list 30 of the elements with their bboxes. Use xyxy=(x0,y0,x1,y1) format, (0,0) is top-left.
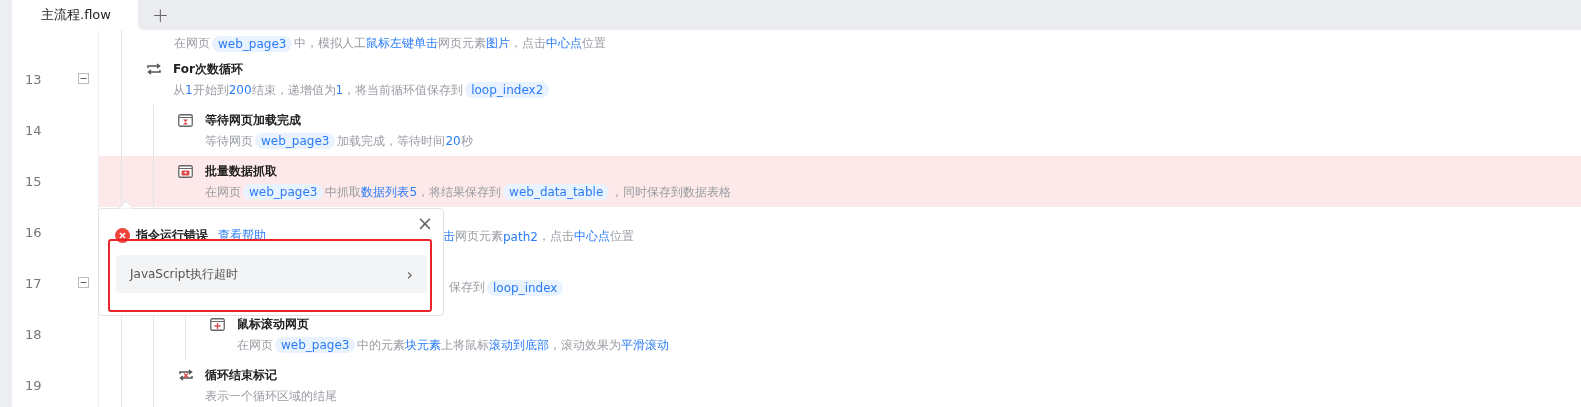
step-title: 批量数据抓取 xyxy=(205,162,277,180)
step-description: 从1开始到200结束，递增值为1，将当前循环值保存到 loop_index2 xyxy=(173,81,552,99)
step-description: 等待网页 web_page3 加载完成，等待时间20秒 xyxy=(205,132,473,150)
step-title: 鼠标滚动网页 xyxy=(237,315,309,333)
line-number: 13 xyxy=(25,72,43,87)
browser-upload-icon xyxy=(178,164,193,178)
loop-icon xyxy=(146,63,162,75)
close-button[interactable]: × xyxy=(417,214,433,233)
browser-hourglass-icon xyxy=(178,113,193,127)
step-description: 在网页 web_page3 中抓取数据列表5，将结果保存到 web_data_table ，同时保存到数据表格 xyxy=(205,183,732,201)
step-description: 表示一个循环区域的结尾 xyxy=(205,387,337,405)
line-number: 14 xyxy=(25,123,43,138)
browser-cursor-icon xyxy=(210,317,225,331)
line-number: 17 xyxy=(25,276,43,291)
collapse-toggle[interactable] xyxy=(78,73,89,84)
step-description: 在网页 web_page3 中的元素块元素上将鼠标滚动到底部，滚动效果为平滑滚动 xyxy=(237,336,670,354)
error-message-item[interactable]: JavaScript执行超时 › xyxy=(116,255,427,293)
step-title: 等待网页加载完成 xyxy=(205,111,301,129)
error-icon xyxy=(115,228,130,243)
collapse-toggle[interactable] xyxy=(78,277,89,288)
step-description: 在网页 web_page3 中，模拟人工鼠标左键单击网页元素图片，点击中心点位置 xyxy=(174,35,607,52)
line-number: 19 xyxy=(25,378,43,393)
step-title: For次数循环 xyxy=(173,60,243,78)
line-number: 18 xyxy=(25,327,43,342)
loop-end-icon xyxy=(178,369,194,381)
add-tab-button[interactable]: + xyxy=(152,5,169,25)
step-title: 循环结束标记 xyxy=(205,366,277,384)
step-description: 击网页元素path2，点击中心点位置 xyxy=(443,228,634,245)
line-number: 15 xyxy=(25,174,43,189)
line-number: 16 xyxy=(25,225,43,240)
